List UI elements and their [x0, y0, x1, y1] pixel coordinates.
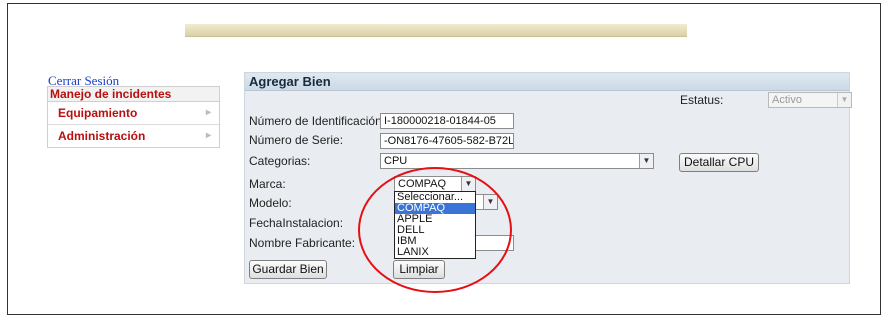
status-label: Estatus:	[680, 93, 724, 107]
sidebar-menu: Manejo de incidentes Equipamiento ▸ Admi…	[47, 86, 220, 148]
install-date-label: FechaInstalacion:	[249, 216, 344, 230]
id-label: Número de Identificación:	[249, 114, 386, 128]
brand-select[interactable]: COMPAQ ▼	[394, 176, 476, 192]
chevron-down-icon: ▼	[837, 93, 851, 107]
maker-field[interactable]	[470, 235, 514, 251]
serial-label: Número de Serie:	[249, 133, 344, 147]
detail-cpu-button[interactable]: Detallar CPU	[679, 153, 759, 172]
sidebar-item-label: Equipamiento	[58, 106, 138, 120]
brand-value: COMPAQ	[398, 178, 447, 190]
category-value: CPU	[384, 155, 408, 167]
chevron-down-icon: ▼	[461, 177, 475, 191]
chevron-down-icon: ▼	[639, 154, 653, 168]
sidebar-item-administracion[interactable]: Administración ▸	[48, 125, 219, 147]
brand-dropdown-list: Seleccionar... COMPAQ APPLE DELL IBM LANIX	[394, 191, 476, 259]
sidebar-item-label: Administración	[58, 129, 146, 143]
clear-button[interactable]: Limpiar	[393, 260, 445, 279]
panel-title: Agregar Bien	[245, 73, 849, 91]
status-select: Activo ▼	[768, 92, 852, 108]
chevron-right-icon: ▸	[205, 130, 211, 141]
header-banner	[185, 24, 687, 37]
serial-field[interactable]: -ON8176-47605-582-B72L	[380, 133, 514, 149]
id-field[interactable]: I-180000218-01844-05	[380, 113, 514, 129]
chevron-down-icon: ▼	[483, 195, 497, 209]
brand-label: Marca:	[249, 177, 286, 191]
category-select[interactable]: CPU ▼	[380, 153, 654, 169]
sidebar-item-equipamiento[interactable]: Equipamiento ▸	[48, 102, 219, 125]
category-label: Categorias:	[249, 154, 311, 168]
status-value: Activo	[772, 94, 802, 106]
maker-label: Nombre Fabricante:	[249, 236, 356, 250]
add-asset-panel: Agregar Bien	[244, 72, 850, 284]
save-button[interactable]: Guardar Bien	[249, 260, 327, 279]
brand-option[interactable]: LANIX	[395, 247, 475, 258]
sidebar-title: Manejo de incidentes	[48, 87, 219, 102]
chevron-right-icon: ▸	[205, 107, 211, 118]
model-label: Modelo:	[249, 196, 292, 210]
